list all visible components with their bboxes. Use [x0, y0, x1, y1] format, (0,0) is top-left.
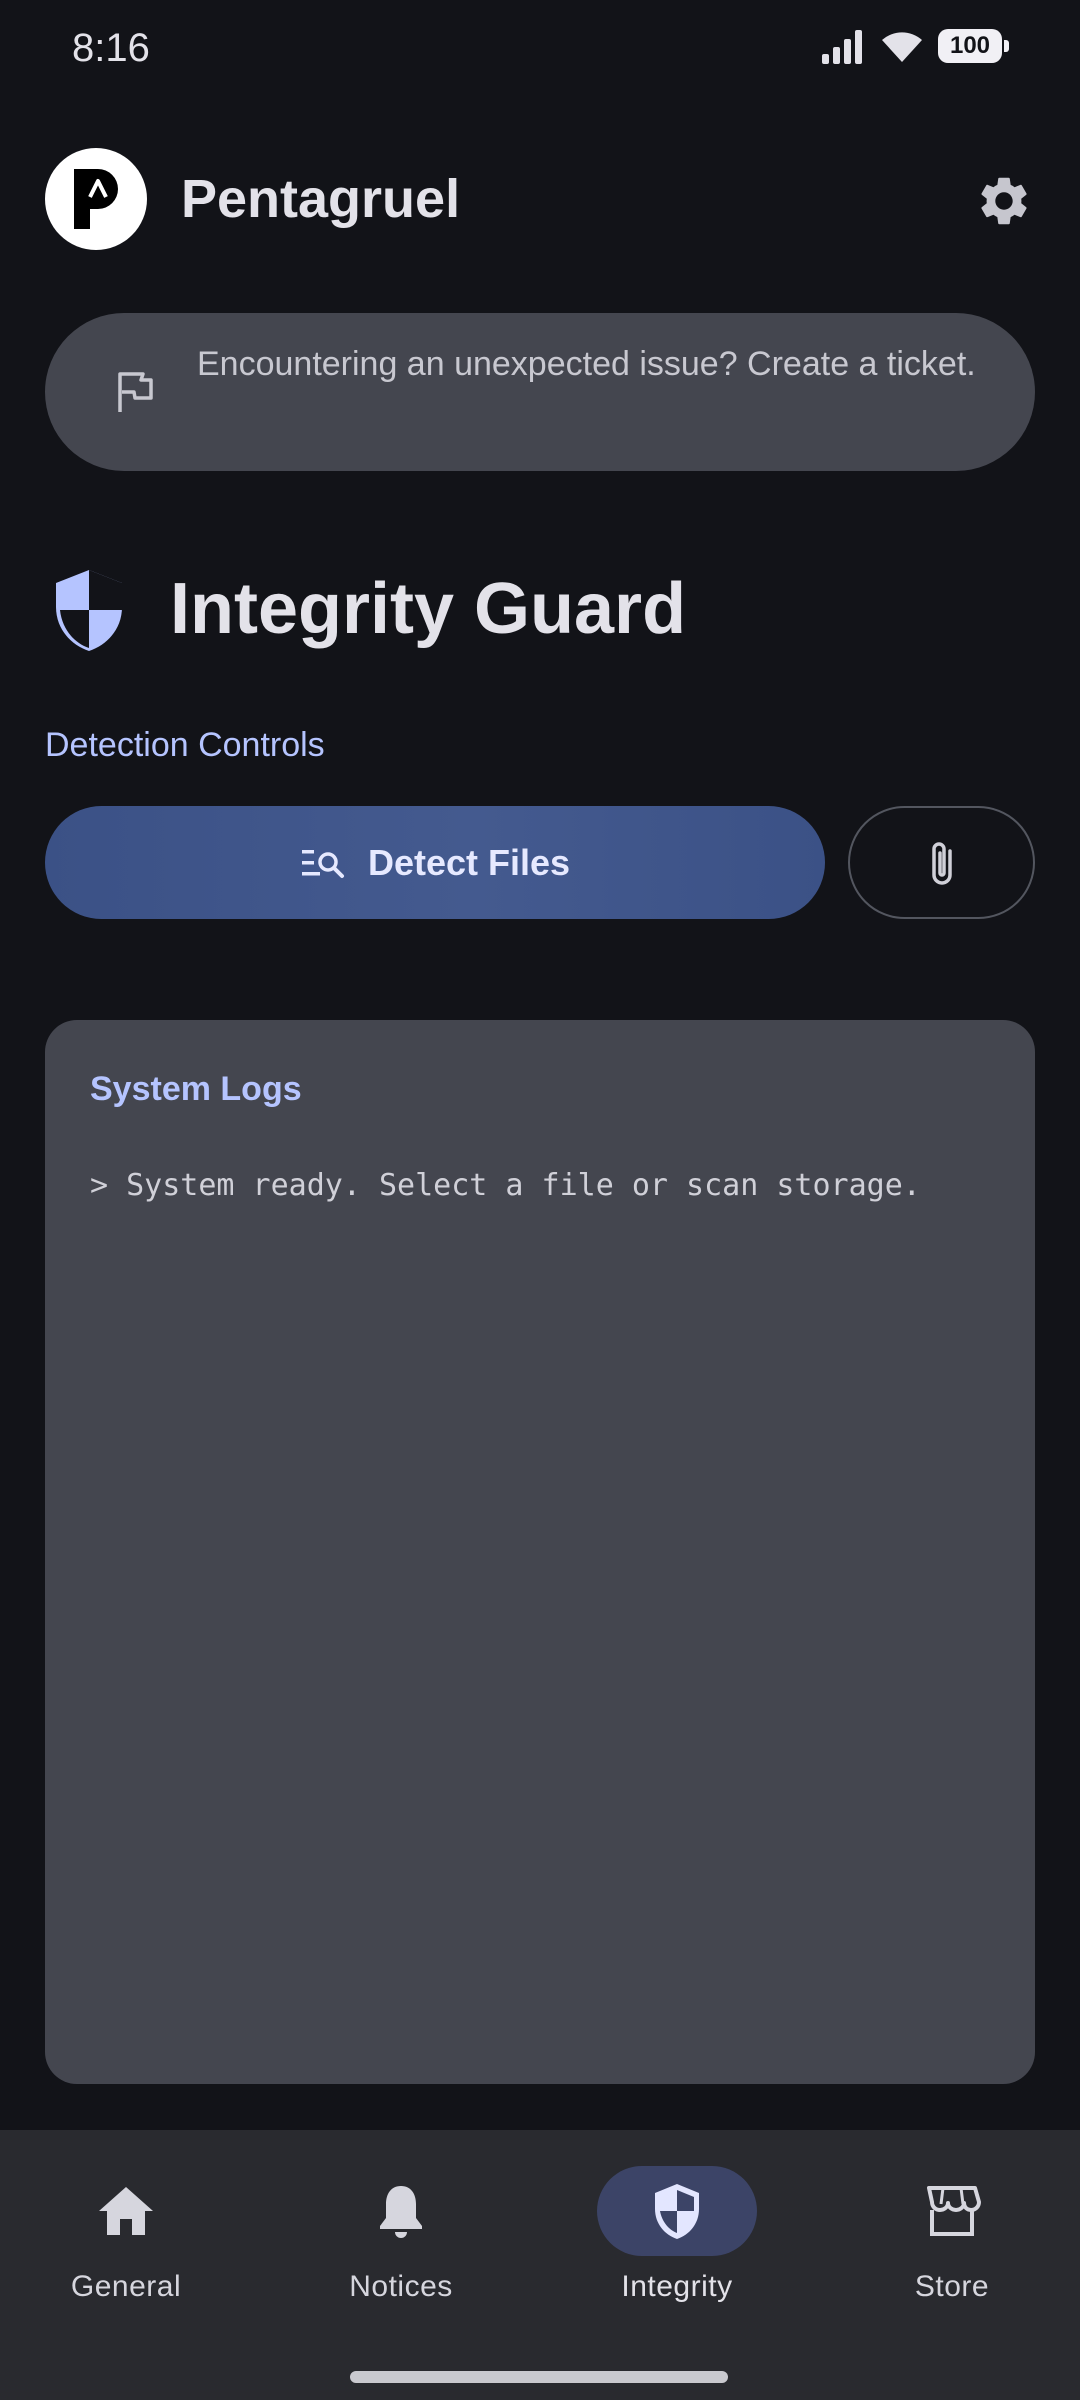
- attach-file-button[interactable]: [848, 806, 1035, 919]
- screen: 8:16 100 Pentagruel Encountering an unex…: [0, 0, 1080, 2400]
- nav-item-notices-indicator: [321, 2166, 481, 2256]
- system-logs-panel: System Logs > System ready. Select a fil…: [45, 1020, 1035, 2084]
- nav-item-store[interactable]: Store: [842, 2166, 1062, 2326]
- battery-icon: 100: [938, 29, 1009, 63]
- nav-item-general[interactable]: General: [16, 2166, 236, 2326]
- section-label-detection-controls: Detection Controls: [45, 726, 325, 764]
- bottom-navigation: General Notices Integrity Store: [0, 2130, 1080, 2400]
- settings-button[interactable]: [973, 170, 1035, 232]
- cellular-signal-icon: [822, 30, 862, 64]
- app-title: Pentagruel: [181, 169, 461, 229]
- nav-item-notices[interactable]: Notices: [291, 2166, 511, 2326]
- nav-item-integrity[interactable]: Integrity: [567, 2166, 787, 2326]
- status-time: 8:16: [72, 26, 150, 70]
- status-bar: 8:16 100: [0, 0, 1080, 96]
- status-icons: 100: [820, 28, 1009, 64]
- detect-files-label: Detect Files: [367, 841, 571, 883]
- page-title: Integrity Guard: [170, 569, 687, 649]
- search-list-icon: [301, 849, 344, 878]
- wifi-icon: [882, 32, 922, 62]
- gear-icon: [981, 177, 1027, 225]
- create-ticket-banner[interactable]: Encountering an unexpected issue? Create…: [45, 313, 1035, 471]
- nav-label-integrity: Integrity: [621, 2270, 733, 2303]
- bell-icon: [380, 2186, 422, 2238]
- nav-item-general-indicator: [46, 2166, 206, 2256]
- ticket-banner-text: Encountering an unexpected issue? Create…: [197, 345, 976, 383]
- log-line: > System ready. Select a file or scan st…: [90, 1168, 921, 1203]
- home-icon: [99, 2187, 153, 2235]
- detect-files-button[interactable]: Detect Files: [45, 806, 825, 919]
- page-title-row: Integrity Guard: [52, 560, 686, 660]
- nav-label-notices: Notices: [349, 2270, 453, 2303]
- app-logo-icon: [74, 169, 118, 229]
- flag-icon: [118, 372, 153, 412]
- battery-level: 100: [949, 32, 991, 59]
- shield-icon: [655, 2184, 699, 2239]
- nav-item-integrity-indicator: [597, 2166, 757, 2256]
- nav-item-store-indicator: [872, 2166, 1032, 2256]
- home-indicator[interactable]: [350, 2371, 728, 2383]
- nav-label-general: General: [70, 2270, 182, 2303]
- system-logs-title: System Logs: [90, 1070, 302, 1108]
- app-header: Pentagruel: [45, 148, 1035, 252]
- nav-label-store: Store: [914, 2270, 990, 2303]
- app-logo: [45, 148, 147, 250]
- storefront-icon: [927, 2186, 981, 2236]
- paperclip-icon: [931, 841, 952, 885]
- shield-icon: [56, 570, 122, 651]
